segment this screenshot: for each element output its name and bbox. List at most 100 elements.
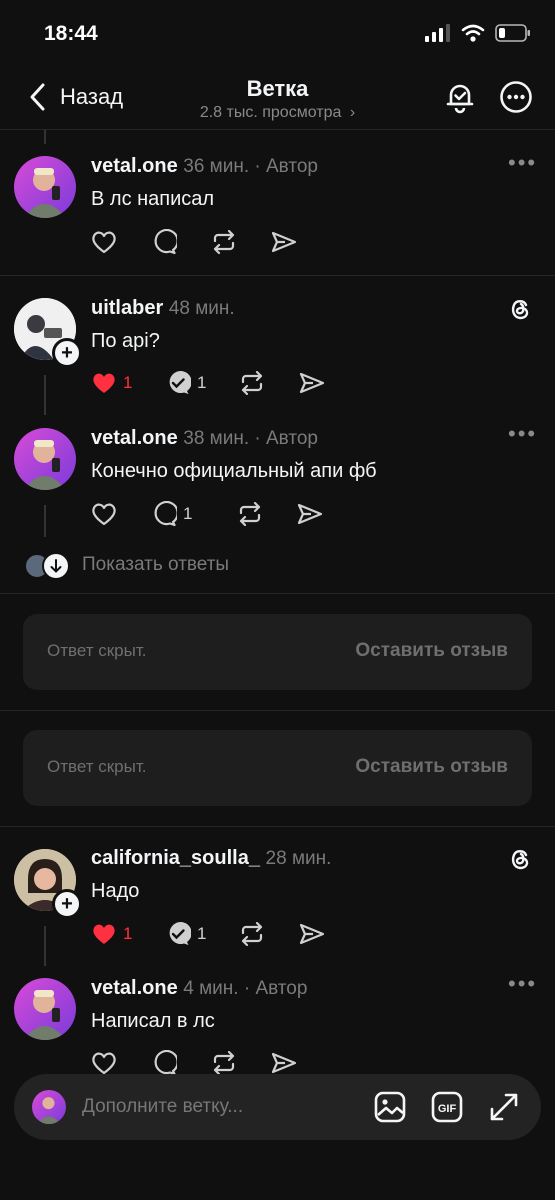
image-icon[interactable]	[374, 1091, 406, 1123]
hidden-reply-card: Ответ скрыт. Оставить отзыв	[23, 614, 532, 690]
post-header: vetal.one 4 мин. · Автор	[91, 977, 307, 1000]
reply-button[interactable]: 1	[151, 501, 237, 527]
username[interactable]: vetal.one	[91, 155, 178, 177]
like-button[interactable]: 1	[91, 371, 165, 395]
svg-text:GIF: GIF	[438, 1103, 457, 1115]
chevron-right-icon: ›	[349, 104, 356, 121]
like-button[interactable]	[91, 1051, 151, 1075]
composer-input[interactable]: Дополните ветку...	[82, 1096, 243, 1118]
back-icon	[30, 83, 45, 111]
username[interactable]: vetal.one	[91, 427, 178, 449]
post-actions	[91, 229, 297, 255]
heart-icon	[92, 503, 116, 526]
heart-icon	[92, 1052, 116, 1075]
post-meta: 28 мин.	[265, 848, 332, 869]
repost-icon	[239, 502, 261, 526]
share-button[interactable]	[271, 1051, 297, 1075]
heart-icon	[92, 231, 116, 254]
expand-icon[interactable]	[488, 1091, 520, 1123]
post-header: california_soulla_ 28 мин.	[91, 847, 331, 870]
battery-icon	[495, 24, 530, 42]
repost-icon	[241, 371, 263, 395]
arrow-down-icon	[42, 552, 70, 580]
thread-line	[44, 926, 46, 966]
share-button[interactable]	[299, 371, 325, 395]
repost-button[interactable]	[237, 502, 297, 526]
repost-button[interactable]	[239, 922, 299, 946]
username[interactable]: uitlaber	[91, 297, 163, 319]
follow-plus-button[interactable]: +	[52, 338, 82, 368]
post-header: uitlaber 48 мин.	[91, 297, 235, 320]
comment-icon	[169, 922, 191, 945]
like-button[interactable]: 1	[91, 922, 165, 946]
username[interactable]: california_soulla_	[91, 847, 260, 869]
comment-icon	[169, 371, 191, 394]
share-button[interactable]	[271, 230, 297, 254]
back-label: Назад	[60, 84, 124, 109]
post-text: Написал в лс	[91, 1010, 215, 1032]
post-text: Конечно официальный апи фб	[91, 460, 377, 482]
avatar[interactable]	[14, 156, 76, 218]
repost-button[interactable]	[211, 1051, 271, 1075]
share-icon	[299, 923, 325, 945]
repost-button[interactable]	[211, 230, 271, 254]
share-icon	[271, 231, 297, 253]
reply-button[interactable]	[151, 1050, 211, 1076]
like-button[interactable]	[91, 502, 151, 526]
repost-button[interactable]	[239, 371, 299, 395]
heart-icon	[93, 373, 115, 393]
more-icon[interactable]	[499, 80, 533, 114]
heart-icon	[93, 924, 115, 944]
reply-button[interactable]: 1	[165, 370, 239, 396]
reply-count: 1	[197, 924, 207, 943]
leave-feedback-button[interactable]: Оставить отзыв	[355, 756, 508, 778]
follow-plus-button[interactable]: +	[52, 889, 82, 919]
post-text: Надо	[91, 880, 140, 902]
post-menu-button[interactable]: •••	[508, 971, 537, 997]
reply-button[interactable]	[151, 229, 211, 255]
like-count: 1	[123, 924, 133, 943]
comment-icon	[154, 1050, 177, 1076]
threads-logo-icon[interactable]	[507, 296, 533, 322]
share-button[interactable]	[299, 922, 325, 946]
threads-logo-icon[interactable]	[507, 846, 533, 872]
wifi-icon	[461, 24, 485, 42]
post-text: В лс написал	[91, 188, 215, 210]
like-button[interactable]	[91, 230, 151, 254]
post-meta: 48 мин.	[168, 298, 235, 319]
status-time: 18:44	[44, 22, 98, 45]
leave-feedback-button[interactable]: Оставить отзыв	[355, 640, 508, 662]
post-divider	[0, 593, 555, 594]
repost-icon	[241, 922, 263, 946]
reply-button[interactable]: 1	[165, 921, 239, 947]
reply-avatars	[24, 552, 70, 580]
avatar[interactable]	[14, 428, 76, 490]
nav-actions	[443, 80, 533, 114]
post-meta: 38 мин. · Автор	[183, 428, 318, 449]
post-meta: 36 мин. · Автор	[183, 156, 318, 177]
post-text: По api?	[91, 330, 160, 352]
bell-check-icon[interactable]	[443, 80, 477, 114]
post-divider	[0, 275, 555, 276]
post-actions: 1 1	[91, 370, 325, 396]
views-count: 2.8 тыс. просмотра	[199, 104, 342, 121]
like-count: 1	[123, 373, 133, 392]
status-icons	[425, 24, 531, 42]
post-menu-button[interactable]: •••	[508, 150, 537, 176]
thread-line	[44, 130, 46, 144]
nav-divider	[0, 129, 555, 130]
share-button[interactable]	[297, 502, 323, 526]
gif-icon[interactable]: GIF	[431, 1091, 463, 1123]
back-button[interactable]: Назад	[28, 82, 123, 112]
reply-composer[interactable]: Дополните ветку... GIF	[14, 1074, 541, 1140]
show-replies-button[interactable]: Показать ответы	[24, 552, 229, 580]
post-divider	[0, 710, 555, 711]
thread-line	[44, 375, 46, 415]
reply-count: 1	[183, 504, 193, 523]
avatar[interactable]	[14, 978, 76, 1040]
username[interactable]: vetal.one	[91, 977, 178, 999]
post-meta: 4 мин. · Автор	[183, 978, 308, 999]
post-menu-button[interactable]: •••	[508, 421, 537, 447]
thread-line	[44, 505, 46, 537]
post-header: vetal.one 36 мин. · Автор	[91, 155, 318, 178]
